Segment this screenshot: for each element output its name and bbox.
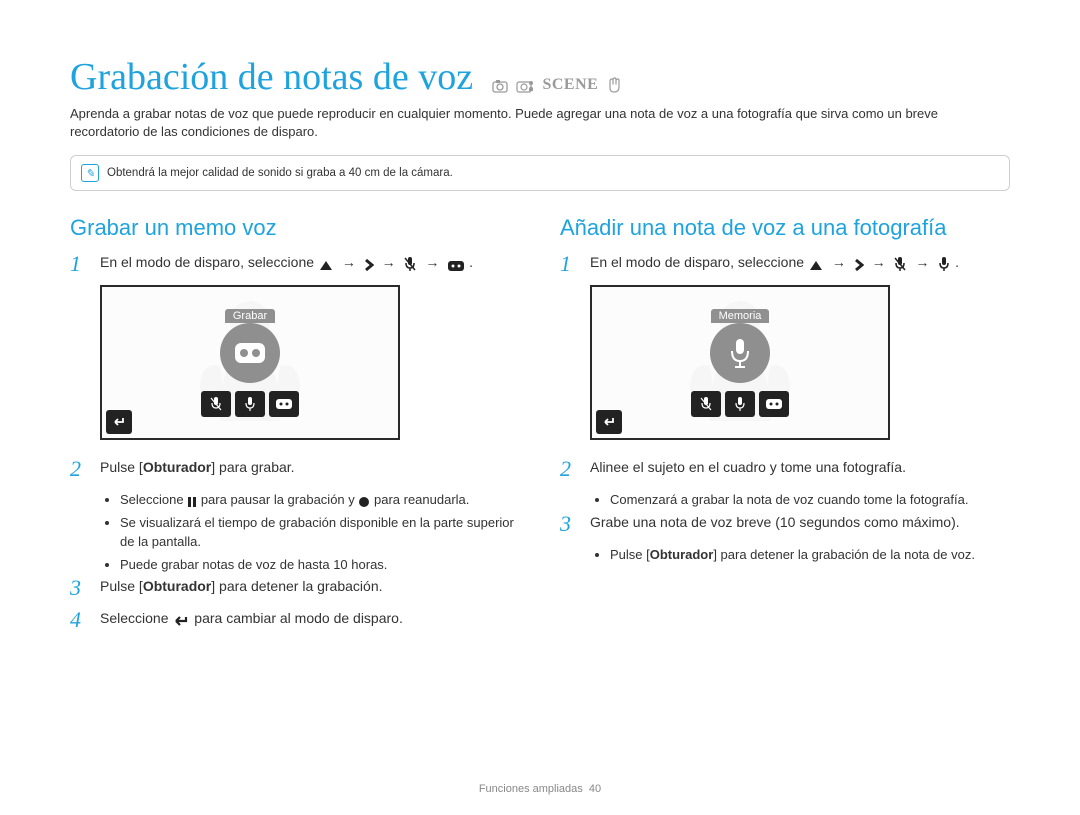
- hand-icon: [607, 76, 621, 93]
- left-column: Grabar un memo voz 1 En el modo de dispa…: [70, 215, 520, 641]
- step-number: 2: [560, 458, 580, 480]
- step-number: 4: [70, 609, 90, 631]
- back-button[interactable]: [596, 410, 622, 434]
- mic-button[interactable]: [725, 391, 755, 417]
- mic-mute-button[interactable]: [201, 391, 231, 417]
- step2-bullets-right: Comenzará a grabar la nota de voz cuando…: [590, 490, 1010, 510]
- step-number: 1: [70, 253, 90, 275]
- tip-icon: ✎: [81, 164, 99, 182]
- tip-box: ✎ Obtendrá la mejor calidad de sonido si…: [70, 155, 1010, 191]
- chevron-right-icon: [364, 254, 374, 274]
- left-heading: Grabar un memo voz: [70, 215, 520, 241]
- camera-person-icon: [516, 76, 534, 93]
- title-mode-icons: SCENE: [492, 76, 625, 94]
- page-footer: Funciones ampliadas 40: [0, 783, 1080, 795]
- step3-bullets-right: Pulse [Obturador] para detener la grabac…: [590, 545, 1010, 565]
- bullet-item: Se visualizará el tiempo de grabación di…: [120, 513, 520, 552]
- mic-circle-icon: [710, 323, 770, 383]
- record-circle-icon: [220, 323, 280, 383]
- step2-bullets: Seleccione para pausar la grabación y pa…: [100, 490, 520, 574]
- step-number: 1: [560, 253, 580, 275]
- screen-preview-left: Grabar: [100, 285, 400, 440]
- step4-body: Seleccione para cambiar al modo de dispa…: [100, 609, 520, 629]
- up-triangle-icon: [318, 254, 334, 274]
- cassette-button[interactable]: [759, 391, 789, 417]
- step-number: 3: [560, 513, 580, 535]
- page-title: Grabación de notas de voz: [70, 55, 473, 99]
- bullet-item: Pulse [Obturador] para detener la grabac…: [610, 545, 1010, 565]
- scene-label: SCENE: [542, 76, 598, 93]
- bullet-item: Puede grabar notas de voz de hasta 10 ho…: [120, 555, 520, 575]
- screen-preview-right: Memoria: [590, 285, 890, 440]
- step-number: 2: [70, 458, 90, 480]
- mic-mute-icon: [403, 254, 417, 274]
- mic-button[interactable]: [235, 391, 265, 417]
- intro-text: Aprenda a grabar notas de voz que puede …: [70, 105, 1010, 141]
- bullet-item: Comenzará a grabar la nota de voz cuando…: [610, 490, 1010, 510]
- step2-body: Pulse [Obturador] para grabar.: [100, 458, 520, 478]
- step-number: 3: [70, 577, 90, 599]
- step2-body-right: Alinee el sujeto en el cuadro y tome una…: [590, 458, 1010, 478]
- right-column: Añadir una nota de voz a una fotografía …: [560, 215, 1010, 641]
- screen-label: Memoria: [711, 309, 770, 323]
- step1-body: En el modo de disparo, seleccione → → → …: [100, 253, 520, 273]
- step3-body: Pulse [Obturador] para detener la grabac…: [100, 577, 520, 597]
- up-triangle-icon: [808, 254, 824, 274]
- bullet-item: Seleccione para pausar la grabación y pa…: [120, 490, 520, 510]
- step3-body-right: Grabe una nota de voz breve (10 segundos…: [590, 513, 1010, 533]
- mic-mute-button[interactable]: [691, 391, 721, 417]
- back-button[interactable]: [106, 410, 132, 434]
- tip-text: Obtendrá la mejor calidad de sonido si g…: [107, 167, 453, 179]
- mic-icon: [937, 254, 951, 274]
- back-arrow-icon: [172, 610, 190, 630]
- step1-body-right: En el modo de disparo, seleccione → → → …: [590, 253, 1010, 273]
- mic-mute-icon: [893, 254, 907, 274]
- right-heading: Añadir una nota de voz a una fotografía: [560, 215, 1010, 241]
- camera-icon: [492, 76, 508, 93]
- cassette-button[interactable]: [269, 391, 299, 417]
- cassette-icon: [447, 254, 465, 274]
- chevron-right-icon: [854, 254, 864, 274]
- screen-label: Grabar: [225, 309, 275, 323]
